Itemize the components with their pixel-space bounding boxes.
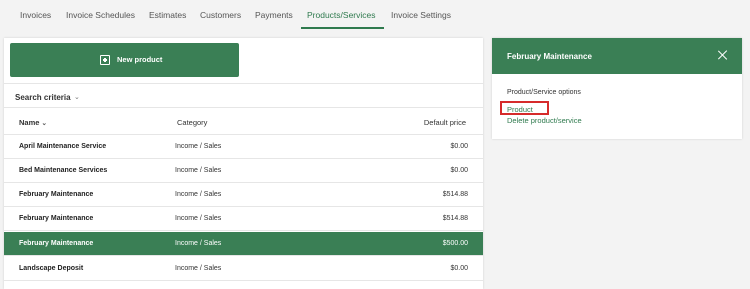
cell-category: Income / Sales (175, 167, 222, 174)
tab-payments[interactable]: Payments (255, 10, 293, 20)
table-row[interactable]: Bed Maintenance Services Income / Sales … (4, 159, 483, 183)
cell-price: $500.00 (442, 240, 468, 247)
column-header-price: Default price (423, 118, 466, 127)
table-row[interactable]: April Maintenance Service Income / Sales… (4, 135, 483, 159)
cell-name: February Maintenance (19, 240, 94, 247)
caret-down-icon[interactable]: ⌄ (74, 93, 80, 101)
options-heading: Product/Service options (507, 89, 581, 96)
column-header-category: Category (177, 118, 208, 127)
cell-name: April Maintenance Service (19, 143, 107, 150)
tab-products-services[interactable]: Products/Services (307, 10, 376, 20)
search-criteria-toggle[interactable]: Search criteria (15, 93, 71, 102)
product-detail-panel: February Maintenance Product/Service opt… (492, 38, 742, 139)
close-icon[interactable] (717, 49, 729, 61)
cell-category: Income / Sales (175, 240, 222, 247)
top-tab-bar: Invoices Invoice Schedules Estimates Cus… (0, 0, 750, 30)
cell-category: Income / Sales (175, 143, 222, 150)
tab-invoice-settings[interactable]: Invoice Settings (391, 10, 451, 20)
cell-name: February Maintenance (19, 191, 94, 198)
cell-price: $514.88 (442, 215, 468, 222)
table-row[interactable]: February Maintenance Income / Sales $514… (4, 207, 483, 231)
chevron-down-icon: ⌄ (41, 120, 47, 127)
plus-square-icon (100, 55, 110, 65)
cell-category: Income / Sales (175, 265, 222, 272)
cell-price: $0.00 (450, 167, 468, 174)
table-row[interactable]: February Maintenance Income / Sales $514… (4, 183, 483, 207)
detail-title: February Maintenance (507, 52, 592, 61)
delete-product-link[interactable]: Delete product/service (507, 116, 582, 125)
new-product-label: New product (117, 55, 163, 64)
cell-category: Income / Sales (175, 191, 222, 198)
tab-invoice-schedules[interactable]: Invoice Schedules (66, 10, 135, 20)
cell-name: Bed Maintenance Services (19, 167, 108, 174)
products-list-panel: New product Search criteria ⌄ Name ⌄ Cate… (4, 38, 483, 289)
cell-name: February Maintenance (19, 215, 94, 222)
search-criteria-row: Search criteria ⌄ (4, 83, 483, 108)
cell-price: $0.00 (450, 143, 468, 150)
cell-category: Income / Sales (175, 215, 222, 222)
column-header-name[interactable]: Name ⌄ (19, 118, 47, 127)
tab-invoices[interactable]: Invoices (20, 10, 51, 20)
active-tab-indicator (301, 27, 384, 29)
tab-estimates[interactable]: Estimates (149, 10, 186, 20)
cell-price: $0.00 (450, 265, 468, 272)
new-product-button[interactable]: New product (10, 43, 239, 77)
table-row[interactable]: Landscape Deposit Income / Sales $0.00 (4, 257, 483, 281)
detail-header: February Maintenance (492, 38, 742, 74)
cell-price: $514.88 (442, 191, 468, 198)
table-row-selected[interactable]: February Maintenance Income / Sales $500… (4, 232, 483, 256)
cell-name: Landscape Deposit (19, 265, 84, 272)
tab-customers[interactable]: Customers (200, 10, 241, 20)
highlight-annotation-box (500, 101, 549, 115)
column-header-name-label: Name (19, 118, 40, 127)
